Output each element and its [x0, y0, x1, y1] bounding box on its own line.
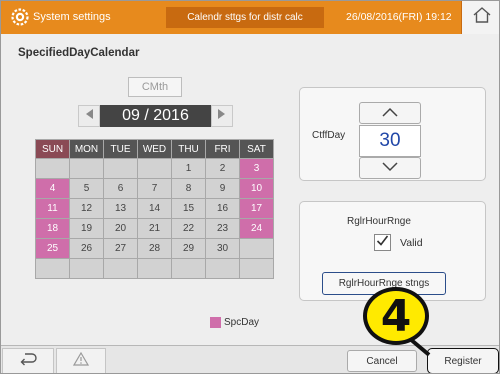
calendar-day-cell[interactable]: 23 — [205, 218, 240, 239]
weekday-header: MON — [69, 139, 104, 159]
regular-hours-title: RglrHourRnge — [347, 216, 411, 227]
calendar-day-cell[interactable]: 18 — [35, 218, 70, 239]
header-title: System settings — [33, 11, 111, 23]
warning-button[interactable] — [56, 348, 106, 373]
cutoff-day-label: CtffDay — [312, 130, 346, 141]
calendar-day-cell[interactable]: 20 — [103, 218, 138, 239]
calendar-day-cell[interactable]: 9 — [205, 178, 240, 199]
calendar-day-cell[interactable]: 6 — [103, 178, 138, 199]
current-month-button[interactable]: CMth — [128, 77, 182, 97]
calendar-empty-cell — [103, 158, 138, 179]
header-subtitle: Calendr sttgs for distr calc — [166, 7, 324, 28]
weekday-header: WED — [137, 139, 172, 159]
calendar-day-cell[interactable]: 4 — [35, 178, 70, 199]
calendar-empty-cell — [69, 158, 104, 179]
calendar-day-cell[interactable]: 10 — [239, 178, 274, 199]
back-arrow-icon — [19, 352, 37, 371]
calendar-day-cell[interactable]: 14 — [137, 198, 172, 219]
cancel-button[interactable]: Cancel — [347, 350, 417, 372]
weekday-header: SUN — [35, 139, 70, 159]
calendar-day-cell[interactable]: 1 — [171, 158, 206, 179]
calendar-day-cell[interactable]: 16 — [205, 198, 240, 219]
weekday-header-row: SUN MON TUE WED THU FRI SAT — [35, 139, 274, 159]
legend: SpcDay — [210, 317, 259, 328]
calendar-empty-cell — [171, 258, 206, 279]
checkmark-icon — [376, 234, 389, 252]
calendar-week-row: 4 5 6 7 8 9 10 — [35, 178, 274, 199]
calendar-empty-cell — [35, 158, 70, 179]
calendar-day-cell[interactable]: 29 — [171, 238, 206, 259]
weekday-header: SAT — [239, 139, 274, 159]
calendar-empty-cell — [239, 238, 274, 259]
weekday-header: TUE — [103, 139, 138, 159]
calendar-empty-cell — [239, 258, 274, 279]
calendar-day-cell[interactable]: 27 — [103, 238, 138, 259]
header-bar: System settings Calendr sttgs for distr … — [1, 1, 499, 34]
valid-label: Valid — [400, 237, 423, 249]
home-icon — [472, 6, 492, 29]
chevron-down-icon — [381, 159, 399, 177]
calendar-day-cell[interactable]: 21 — [137, 218, 172, 239]
calendar-grid: SUN MON TUE WED THU FRI SAT 1 2 3 4 5 6 7 8 9 10 11 12 13 1… — [35, 139, 274, 279]
calendar-week-row: 18 19 20 21 22 23 24 — [35, 218, 274, 239]
calendar-day-cell[interactable]: 24 — [239, 218, 274, 239]
back-button[interactable] — [2, 348, 54, 373]
calendar-day-cell[interactable]: 17 — [239, 198, 274, 219]
triangle-left-icon — [84, 107, 94, 125]
legend-label: SpcDay — [224, 317, 260, 328]
calendar-day-cell[interactable]: 8 — [171, 178, 206, 199]
calendar-empty-cell — [69, 258, 104, 279]
next-month-button[interactable] — [211, 105, 233, 127]
screen: System settings Calendr sttgs for distr … — [0, 0, 500, 374]
calendar-empty-cell — [205, 258, 240, 279]
calendar-day-cell[interactable]: 2 — [205, 158, 240, 179]
calendar-day-cell[interactable]: 11 — [35, 198, 70, 219]
page-title: SpecifiedDayCalendar — [18, 47, 140, 59]
calendar-day-cell[interactable]: 22 — [171, 218, 206, 239]
calendar-body: 1 2 3 4 5 6 7 8 9 10 11 12 13 14 15 16 17 18 19 20 21 22 23 24 2… — [35, 158, 274, 279]
calendar-empty-cell — [137, 158, 172, 179]
calendar-week-row: 25 26 27 28 29 30 — [35, 238, 274, 259]
valid-checkbox[interactable] — [374, 234, 391, 251]
weekday-header: FRI — [205, 139, 240, 159]
chevron-up-icon — [381, 104, 399, 122]
month-label: 09 / 2016 — [100, 105, 211, 127]
cutoff-day-value[interactable]: 30 — [359, 125, 421, 157]
calendar-day-cell[interactable]: 25 — [35, 238, 70, 259]
warning-icon — [72, 351, 90, 371]
cutoff-increment-button[interactable] — [359, 102, 421, 124]
register-button[interactable]: Register — [427, 348, 499, 373]
home-button[interactable] — [461, 1, 499, 34]
weekday-header: THU — [171, 139, 206, 159]
calendar-day-cell[interactable]: 28 — [137, 238, 172, 259]
calendar-day-cell[interactable]: 12 — [69, 198, 104, 219]
gear-icon — [11, 8, 29, 26]
calendar-day-cell[interactable]: 19 — [69, 218, 104, 239]
calendar-empty-cell — [103, 258, 138, 279]
calendar-week-row: 123 — [35, 158, 274, 179]
calendar-empty-cell — [137, 258, 172, 279]
calendar-day-cell[interactable]: 26 — [69, 238, 104, 259]
month-navigator: 09 / 2016 — [78, 105, 233, 127]
step-marker-badge: 4 — [363, 287, 429, 345]
calendar-day-cell[interactable]: 13 — [103, 198, 138, 219]
calendar-day-cell[interactable]: 30 — [205, 238, 240, 259]
calendar-day-cell[interactable]: 3 — [239, 158, 274, 179]
header-datetime: 26/08/2016(FRI) 19:12 — [346, 11, 452, 23]
calendar-day-cell[interactable]: 7 — [137, 178, 172, 199]
calendar-day-cell[interactable]: 5 — [69, 178, 104, 199]
calendar-week-row — [35, 258, 274, 279]
cutoff-decrement-button[interactable] — [359, 157, 421, 179]
calendar-empty-cell — [35, 258, 70, 279]
calendar-day-cell[interactable]: 15 — [171, 198, 206, 219]
prev-month-button[interactable] — [78, 105, 100, 127]
triangle-right-icon — [217, 107, 227, 125]
calendar-week-row: 11 12 13 14 15 16 17 — [35, 198, 274, 219]
legend-swatch — [210, 317, 221, 328]
